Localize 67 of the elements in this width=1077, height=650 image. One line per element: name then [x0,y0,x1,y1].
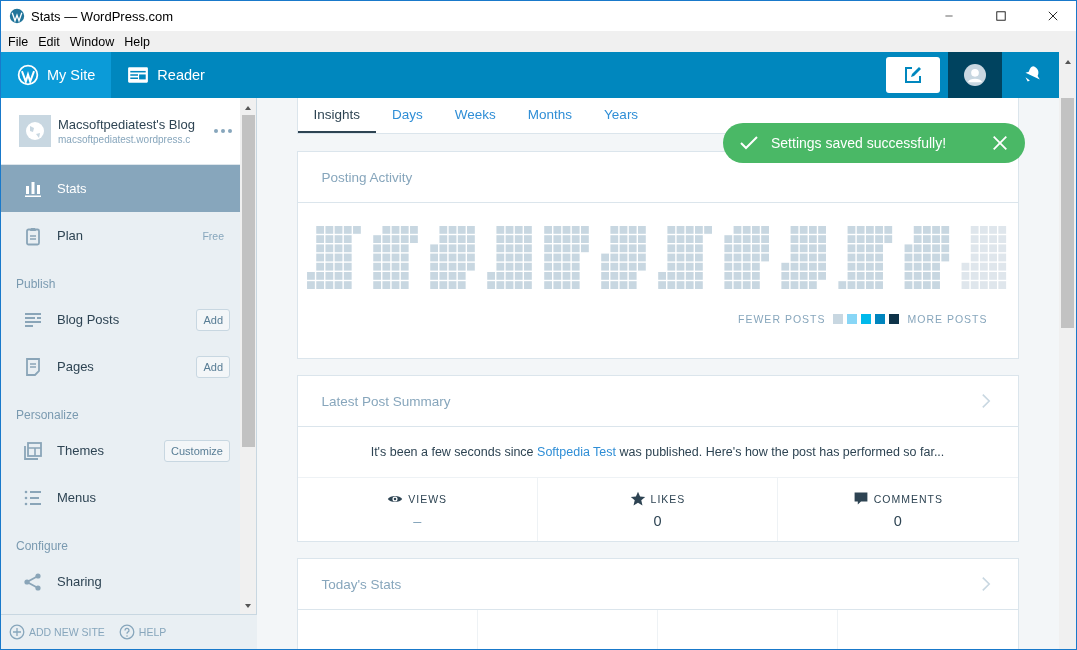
card-title: Posting Activity [321,169,414,185]
site-name[interactable]: Macsoftpediatest's Blog [58,117,207,132]
scrollbar-thumb[interactable] [241,115,255,447]
sidebar-item[interactable]: Stats [1,165,240,212]
section-heading: Configure [15,538,70,555]
toast-message: Settings saved successfully! [771,135,948,151]
menu-item[interactable]: Help [119,34,155,49]
profile-button[interactable] [948,52,1002,98]
menu-item[interactable]: File [3,34,34,49]
avatar-icon [964,64,986,86]
post-link[interactable]: Softpedia Test [537,445,617,459]
share-icon [23,571,43,592]
sidebar-action-button[interactable]: Customize [164,439,230,462]
write-button[interactable] [886,57,940,93]
site-url: macsoftpediatest.wordpress.c [58,134,192,145]
sidebar-item[interactable]: Blog Posts Add [1,296,240,343]
stats-tab[interactable]: Months [511,98,589,133]
section-heading: Personalize [15,407,80,424]
sidebar-item[interactable]: Menus [1,474,240,521]
sidebar-action-button[interactable]: Add [196,308,230,331]
sidebar-action-button[interactable]: Add [196,355,230,378]
sidebar-item[interactable]: Themes Customize [1,427,240,474]
menu-item[interactable]: Edit [33,34,65,49]
stat-label: LIKES [650,492,686,505]
card-title: Today's Stats [321,576,403,592]
section-heading: Publish [15,276,57,293]
stat-value: 0 [893,512,902,529]
plus-circle-icon [9,624,25,640]
globe-drawing [25,121,45,141]
legend-label: MORE POSTS [907,313,988,326]
footer-link[interactable]: HELP [118,624,167,640]
page-icon [23,356,43,377]
close-icon [991,134,1009,152]
window-title: Stats — WordPress.com [31,8,175,24]
stats-tab[interactable]: Weeks [438,98,512,133]
help-icon [118,624,135,640]
layout-icon [23,440,43,461]
plan-label: Free [202,229,224,242]
stat-label: VIEWS [408,492,448,505]
stats-tab[interactable]: Insights [297,98,377,133]
edit-icon [903,65,923,85]
scrollbar-thumb[interactable] [1061,98,1074,328]
star-icon [629,490,646,507]
menu-item[interactable]: Window [64,34,120,49]
close-icon [1047,10,1059,22]
more-icon[interactable] [214,129,232,133]
close-button[interactable] [991,134,1009,152]
sidebar-item[interactable]: Pages Add [1,343,240,390]
maximize-icon [995,10,1007,22]
sidebar-item[interactable]: Sharing [1,558,240,605]
stats-tab[interactable]: Years [588,98,655,133]
footer-link[interactable]: ADD NEW SITE [9,624,105,640]
card-title: Latest Post Summary [321,393,452,409]
legend-label: FEWER POSTS [738,313,826,326]
clipboard-icon [23,225,43,246]
nav-tab[interactable]: Reader [111,52,221,98]
wordpress-logo-icon [9,8,25,24]
post-summary: It's been a few seconds since Softpedia Test was published. Here's how the post has performed so far... [297,427,1018,478]
wordpress-logo-icon [17,64,39,86]
newspaper-icon [127,64,150,86]
stat-value: 0 [653,512,662,529]
sidebar-item[interactable]: Plan Free [1,212,240,259]
nav-tab[interactable]: My Site [1,52,112,98]
stat-value: – [413,512,422,529]
speech-bubble-icon [852,490,869,507]
stat-label: COMMENTS [873,492,943,505]
stats-tab[interactable]: Days [376,98,439,133]
